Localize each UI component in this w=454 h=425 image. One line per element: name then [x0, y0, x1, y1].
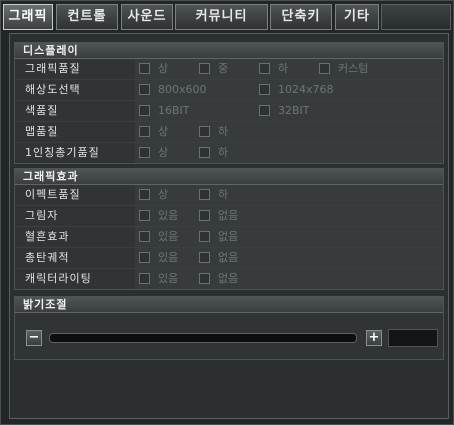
checkbox-icon[interactable]: [259, 63, 270, 74]
checkbox-icon[interactable]: [259, 105, 270, 116]
brightness-slider[interactable]: [49, 333, 357, 343]
checkbox-icon[interactable]: [139, 63, 150, 74]
checkbox-icon[interactable]: [319, 63, 330, 74]
effects-header: 그래픽효과: [15, 169, 443, 185]
tab-controls[interactable]: 컨트롤: [56, 4, 118, 30]
brightness-increase-button[interactable]: +: [366, 330, 382, 346]
brightness-value: [388, 329, 438, 347]
blood-effect-row: 혈흔효과 있음 없음: [15, 227, 443, 248]
display-header: 디스플레이: [15, 43, 443, 59]
shadow-label: 그림자: [25, 209, 59, 222]
tab-community[interactable]: 커뮤니티: [175, 4, 268, 30]
tab-etc[interactable]: 기타: [335, 4, 379, 30]
checkbox-icon[interactable]: [199, 147, 210, 158]
checkbox-icon[interactable]: [139, 210, 150, 221]
tab-sound[interactable]: 사운드: [121, 4, 173, 30]
character-lighting-row: 캐릭터라이팅 있음 없음: [15, 269, 443, 289]
graphics-quality-label: 그래픽품질: [25, 62, 81, 75]
map-quality-label: 맵품질: [25, 125, 59, 138]
checkbox-icon[interactable]: [139, 126, 150, 137]
checkbox-icon[interactable]: [199, 126, 210, 137]
checkbox-icon[interactable]: [139, 189, 150, 200]
checkbox-icon[interactable]: [199, 273, 210, 284]
map-quality-row: 맵품질 상 하: [15, 122, 443, 143]
checkbox-icon[interactable]: [199, 231, 210, 242]
checkbox-icon[interactable]: [139, 252, 150, 263]
color-quality-row: 색품질 16BIT 32BIT: [15, 101, 443, 122]
effect-quality-label: 이펙트품질: [25, 188, 81, 201]
checkbox-icon[interactable]: [139, 105, 150, 116]
brightness-section: 밝기조절 − +: [14, 296, 444, 360]
checkbox-icon[interactable]: [139, 147, 150, 158]
weapon-quality-row: 1인칭총기품질 상 하: [15, 143, 443, 163]
brightness-header: 밝기조절: [15, 297, 443, 313]
color-quality-label: 색품질: [25, 104, 59, 117]
checkbox-icon[interactable]: [139, 273, 150, 284]
shadow-row: 그림자 있음 없음: [15, 206, 443, 227]
resolution-row: 해상도선택 800x600 1024x768: [15, 80, 443, 101]
weapon-quality-label: 1인칭총기품질: [25, 146, 100, 159]
resolution-label: 해상도선택: [25, 83, 81, 96]
checkbox-icon[interactable]: [259, 84, 270, 95]
options-window: 그래픽 컨트롤 사운드 커뮤니티 단축키 기타 디스플레이 그래픽품질 상 중 …: [0, 0, 454, 425]
effects-section: 그래픽효과 이펙트품질 상 하 그림자 있음 없음 혈흔효과 있음 없음 총탄궤…: [14, 168, 444, 290]
tab-graphics[interactable]: 그래픽: [3, 4, 53, 30]
tab-bar: 그래픽 컨트롤 사운드 커뮤니티 단축키 기타: [3, 4, 451, 30]
checkbox-icon[interactable]: [139, 231, 150, 242]
checkbox-icon[interactable]: [199, 252, 210, 263]
character-lighting-label: 캐릭터라이팅: [25, 272, 92, 285]
checkbox-icon[interactable]: [139, 84, 150, 95]
graphics-panel: 디스플레이 그래픽품질 상 중 하 커스텀 해상도선택 800x600 1024…: [9, 33, 449, 419]
checkbox-icon[interactable]: [199, 63, 210, 74]
checkbox-icon[interactable]: [199, 189, 210, 200]
display-section: 디스플레이 그래픽품질 상 중 하 커스텀 해상도선택 800x600 1024…: [14, 42, 444, 164]
brightness-decrease-button[interactable]: −: [26, 330, 42, 346]
bullet-trail-row: 총탄궤적 있음 없음: [15, 248, 443, 269]
tab-shortcuts[interactable]: 단축키: [270, 4, 332, 30]
blood-effect-label: 혈흔효과: [25, 230, 70, 243]
effect-quality-row: 이펙트품질 상 하: [15, 185, 443, 206]
bullet-trail-label: 총탄궤적: [25, 251, 70, 264]
checkbox-icon[interactable]: [199, 210, 210, 221]
tab-bar-filler: [381, 4, 451, 30]
graphics-quality-row: 그래픽품질 상 중 하 커스텀: [15, 59, 443, 80]
